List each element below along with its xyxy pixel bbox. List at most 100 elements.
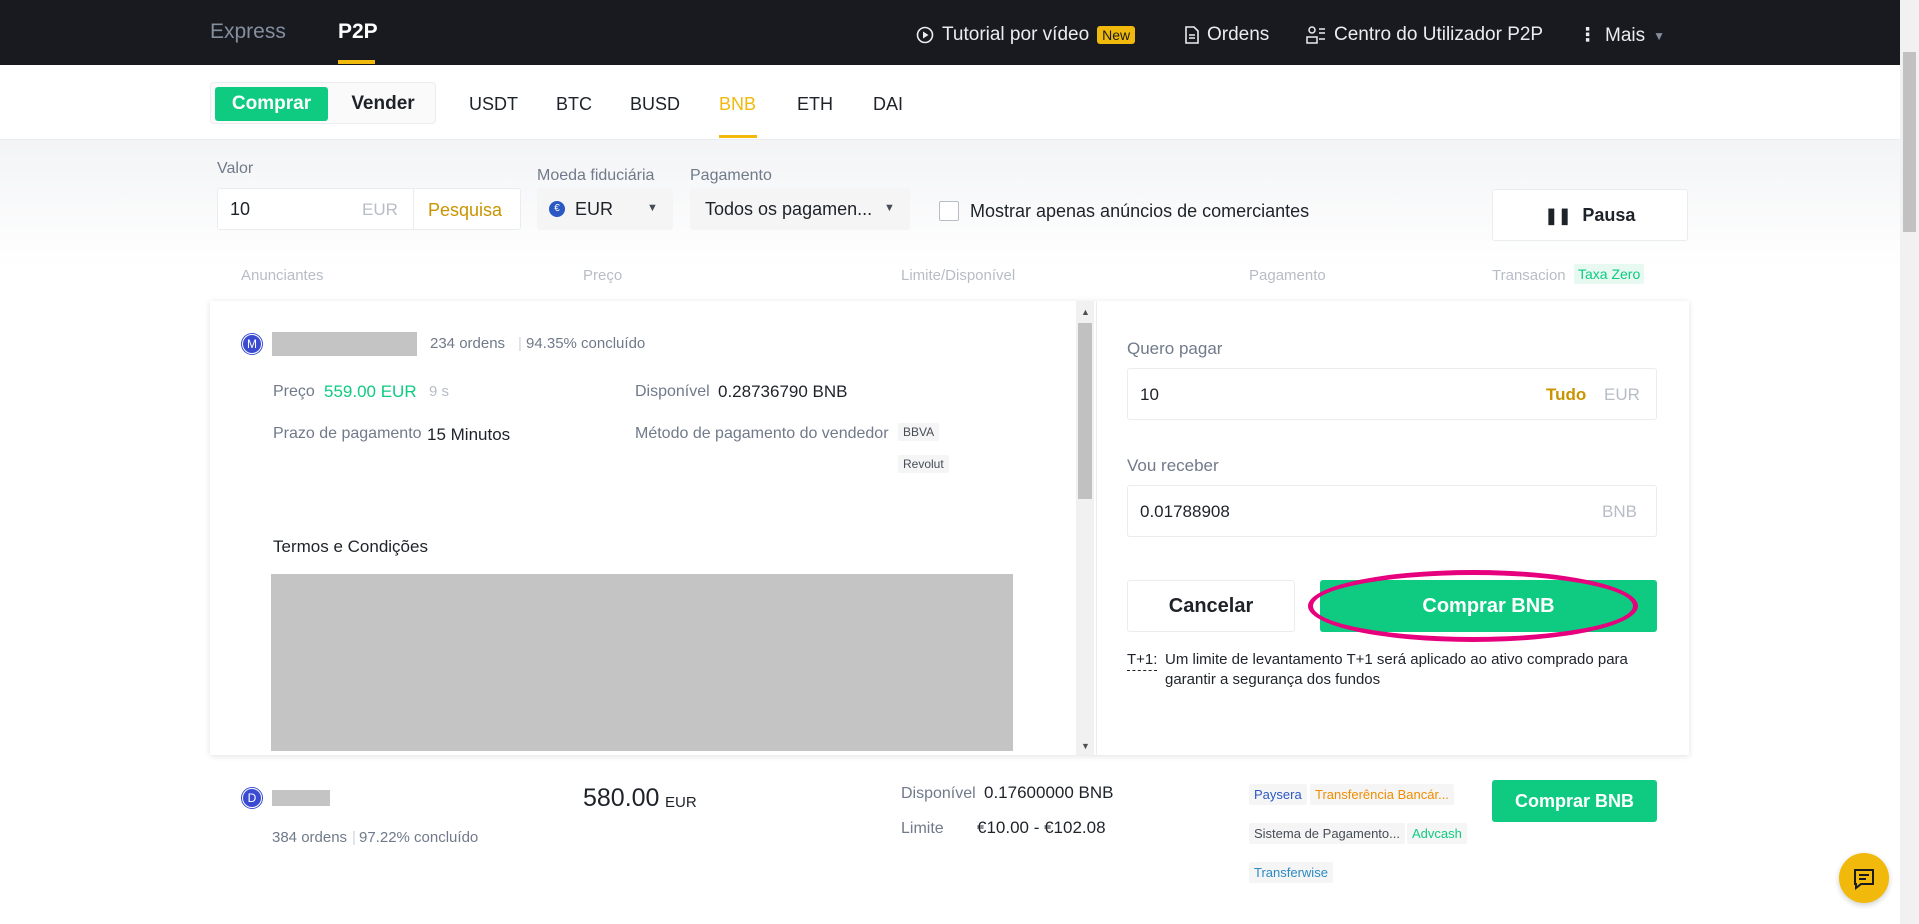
col-transaction: Transacion (1492, 267, 1566, 284)
orders-link[interactable]: Ordens (1185, 24, 1269, 46)
more-dots-icon: ⋮ (1578, 25, 1597, 46)
t1-text: Um limite de levantamento T+1 será aplic… (1165, 651, 1628, 688)
ad-price: 580.00 (583, 784, 660, 812)
buy-bnb-button[interactable]: Comprar BNB (1492, 780, 1657, 822)
ad-price: 559.00 EUR (324, 382, 417, 401)
merchant-only-label: Mostrar apenas anúncios de comerciantes (970, 201, 1310, 221)
buy-toggle-button[interactable]: Comprar (215, 87, 328, 121)
seller-method-label: Método de pagamento do vendedor (635, 425, 889, 442)
tab-p2p[interactable]: P2P (338, 20, 378, 44)
play-icon (916, 26, 934, 44)
completion-rate: 97.22% concluído (359, 829, 479, 846)
chat-icon (1854, 869, 1874, 890)
expanded-ad-card: M 234 ordens | 94.35% concluído Preço 55… (210, 301, 1689, 755)
limit-range: €10.00 - €102.08 (977, 818, 1106, 837)
divider: | (518, 335, 522, 352)
active-coin-indicator (719, 135, 757, 138)
page-scrollbar[interactable] (1900, 0, 1919, 924)
search-button[interactable]: Pesquisa (428, 200, 502, 221)
avatar: M (242, 334, 262, 354)
receive-currency: BNB (1602, 502, 1637, 521)
coin-tab-btc[interactable]: BTC (556, 94, 592, 115)
fiat-select[interactable]: € EUR ▼ (537, 188, 673, 230)
col-price: Preço (583, 267, 623, 284)
limit-label: Limite (901, 820, 944, 837)
tutorial-link[interactable]: Tutorial por vídeo New (916, 24, 1136, 46)
coin-tab-dai[interactable]: DAI (873, 94, 903, 115)
pay-currency: EUR (1604, 385, 1640, 404)
coin-tab-bnb[interactable]: BNB (719, 94, 756, 115)
price-currency: EUR (665, 794, 697, 811)
caret-down-icon: ▼ (884, 202, 895, 214)
amount-input[interactable]: 10 (230, 199, 250, 220)
buy-bnb-button[interactable]: Comprar BNB (1320, 580, 1657, 632)
scroll-up-icon[interactable]: ▲ (1081, 307, 1090, 317)
buy-sell-toggle: Comprar Vender (210, 82, 436, 124)
asset-bar: Comprar Vender USDT BTC BUSD BNB ETH DAI (0, 65, 1900, 140)
coin-tab-busd[interactable]: BUSD (630, 94, 680, 115)
pay-input[interactable]: 10 Tudo EUR (1127, 368, 1657, 420)
scroll-down-icon[interactable]: ▼ (1081, 741, 1090, 751)
page-scroll-thumb[interactable] (1903, 52, 1916, 232)
merchant-only-checkbox[interactable] (939, 201, 959, 221)
top-navbar: Express P2P Tutorial por vídeo New Orden… (0, 0, 1900, 65)
col-advertisers: Anunciantes (241, 267, 324, 284)
pause-button[interactable]: ❚❚ Pausa (1492, 189, 1688, 241)
terms-title: Termos e Condições (273, 537, 428, 556)
available-amount: 0.17600000 BNB (984, 783, 1114, 802)
more-menu[interactable]: ⋮ Mais ▼ (1578, 24, 1665, 47)
redacted-advertiser-name (272, 332, 417, 356)
divider (413, 189, 414, 229)
chat-support-button[interactable] (1839, 853, 1889, 903)
user-center-label: Centro do Utilizador P2P (1334, 24, 1544, 45)
caret-down-icon: ▼ (647, 202, 658, 214)
redacted-terms (271, 574, 1013, 751)
completion-rate: 94.35% concluído (526, 335, 646, 352)
tutorial-label: Tutorial por vídeo (942, 24, 1090, 45)
details-scrollbar[interactable]: ▲ ▼ (1076, 301, 1094, 755)
pay-label: Quero pagar (1127, 339, 1223, 358)
amount-filter: 10 EUR Pesquisa (217, 188, 521, 230)
more-label: Mais (1605, 24, 1646, 46)
price-age: 9 s (429, 383, 450, 400)
amount-label: Valor (217, 160, 254, 177)
payment-method-tag: Paysera (1249, 784, 1307, 805)
order-count: 234 ordens (430, 335, 506, 352)
chevron-down-icon: ▼ (1653, 28, 1666, 43)
sell-toggle-button[interactable]: Vender (335, 87, 431, 121)
payment-method-tag: Transferência Bancár... (1310, 784, 1454, 805)
fiat-value: EUR (575, 199, 614, 219)
user-center-link[interactable]: Centro do Utilizador P2P (1306, 24, 1543, 46)
payment-time-label: Prazo de pagamento (273, 425, 422, 442)
col-limit: Limite/Disponível (901, 267, 1016, 284)
col-payment: Pagamento (1249, 267, 1326, 284)
payment-time: 15 Minutos (427, 425, 511, 444)
receive-value: 0.01788908 (1140, 502, 1230, 521)
t1-label: T+1: (1127, 650, 1158, 671)
receive-label: Vou receber (1127, 456, 1219, 475)
all-button[interactable]: Tudo (1546, 385, 1586, 405)
receive-input[interactable]: 0.01788908 BNB (1127, 485, 1657, 537)
pay-value: 10 (1140, 385, 1159, 404)
payment-select[interactable]: Todos os pagamen... ▼ (690, 188, 910, 230)
amount-currency: EUR (362, 200, 398, 219)
scroll-thumb[interactable] (1078, 323, 1092, 499)
fiat-label: Moeda fiduciária (537, 167, 655, 184)
payment-method-tag: BBVA (898, 423, 940, 441)
available-label: Disponível (635, 383, 710, 400)
available-label: Disponível (901, 785, 976, 802)
order-form: Quero pagar 10 Tudo EUR Vou receber 0.01… (1096, 301, 1689, 755)
euro-icon: € (549, 201, 565, 217)
coin-tab-eth[interactable]: ETH (797, 94, 833, 115)
payment-value: Todos os pagamen... (705, 199, 873, 219)
payment-method-tag: Advcash (1407, 823, 1467, 844)
tab-express[interactable]: Express (210, 20, 286, 44)
payment-method-tag: Revolut (898, 455, 949, 473)
coin-tab-usdt[interactable]: USDT (469, 94, 518, 115)
orders-label: Ordens (1207, 24, 1270, 45)
price-label: Preço (273, 383, 315, 400)
order-count: 384 ordens (272, 829, 348, 846)
pause-icon: ❚❚ (1544, 207, 1572, 225)
new-badge: New (1097, 26, 1136, 44)
cancel-button[interactable]: Cancelar (1127, 580, 1295, 632)
